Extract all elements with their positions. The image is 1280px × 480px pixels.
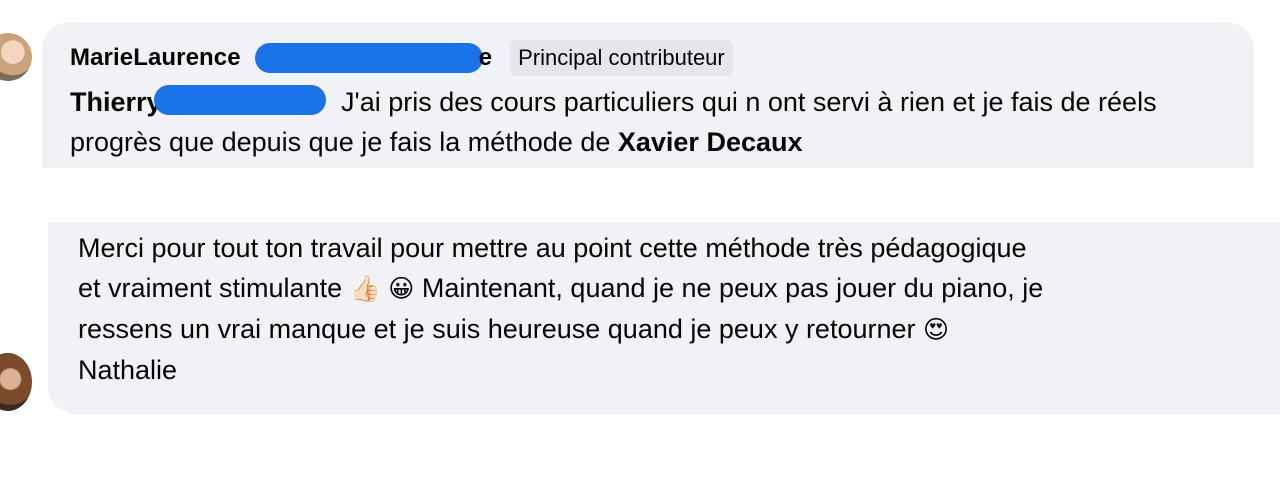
comment-line: et vraiment stimulante 👍🏻 😀 Maintenant, … (78, 268, 1278, 309)
heart-eyes-emoji-icon: 😍 (923, 316, 950, 344)
avatar[interactable] (0, 33, 32, 81)
thumbs-up-emoji-icon: 👍🏻 (349, 275, 381, 303)
comment-line: Merci pour tout ton travail pour mettre … (78, 233, 1027, 263)
comment-fragment: et vraiment stimulante (78, 273, 350, 303)
signature: Nathalie (78, 355, 178, 385)
author-name[interactable]: MarieLaurence (70, 44, 241, 72)
author-name-trailing: e (478, 44, 493, 71)
comment-header: MarieLaurence e Principal contributeur (70, 40, 733, 76)
avatar[interactable] (0, 353, 32, 411)
comment-fragment: Maintenant, quand je ne peux pas jouer d… (414, 273, 1044, 303)
redaction-mark (254, 43, 483, 73)
smile-emoji-icon: 😀 (388, 275, 415, 303)
comment-text: Thierry J'ai pris des cours particuliers… (70, 82, 1230, 162)
mention-link[interactable]: Thierry (70, 87, 162, 117)
contributor-badge: Principal contributeur (510, 40, 733, 76)
redaction-mark (153, 85, 326, 115)
comment-fragment: ressens un vrai manque et je suis heureu… (78, 314, 924, 344)
comment-line: ressens un vrai manque et je suis heureu… (78, 309, 1278, 350)
comment-text: Merci pour tout ton travail pour mettre … (78, 228, 1278, 390)
mention-link[interactable]: Xavier Decaux (618, 127, 803, 157)
